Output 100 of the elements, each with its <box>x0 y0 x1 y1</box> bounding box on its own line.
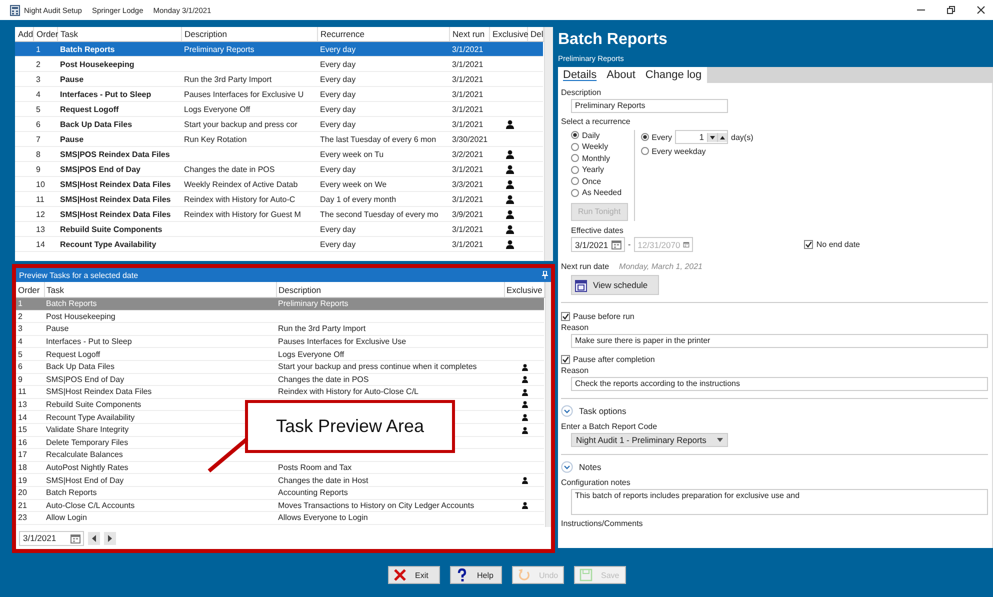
radio-button[interactable]: Yearly <box>571 164 628 175</box>
table-row[interactable]: 6 Back Up Data Files Start your backup and press cor Every day 3/1/2021 <box>15 116 543 132</box>
table-row[interactable]: 3 Pause Run the 3rd Party Import Every day 3/1/2021 <box>15 72 543 86</box>
table-cell: Moves Transactions to History on City Ledger Accounts <box>276 499 504 512</box>
text-field[interactable]: This batch of reports includes preparation for exclusive use and <box>571 489 988 515</box>
table-cell: 3/30/2021 <box>449 132 489 146</box>
detail-title: Batch Reports <box>557 30 668 49</box>
table-row[interactable]: 4 Interfaces - Put to Sleep Pauses Interfaces for Exclusive Use <box>16 335 544 348</box>
date-separator: - <box>627 240 632 249</box>
person-icon <box>522 401 528 408</box>
calendar-icon <box>575 278 587 292</box>
spin-down-icon[interactable] <box>707 132 718 142</box>
table-cell: 10 <box>33 176 57 192</box>
table-row[interactable]: 1 Batch Reports Preliminary Reports Every day 3/1/2021 <box>15 42 543 56</box>
table-cell: Post Housekeeping <box>44 310 276 323</box>
table-row[interactable]: 14 Recount Type Availability Every day 3/1/2021 <box>15 236 543 252</box>
restore-icon[interactable] <box>947 6 955 14</box>
person-icon <box>506 240 514 249</box>
scrollbar[interactable] <box>992 83 993 548</box>
table-row[interactable]: 23 Allow Login Allows Everyone to Login <box>16 512 544 524</box>
checkbox[interactable]: Pause after completion <box>561 354 655 365</box>
table-cell: Pause <box>57 132 181 146</box>
text-field[interactable]: Check the reports according to the instructions <box>571 377 988 391</box>
scrollbar[interactable] <box>544 282 551 527</box>
close-icon[interactable] <box>977 6 985 14</box>
table-cell: 13 <box>16 398 44 411</box>
table-row[interactable]: 18 AutoPost Nightly Rates Posts Room and Tax <box>16 461 544 474</box>
table-cell: Pause <box>44 322 276 336</box>
radio-button[interactable]: Weekly <box>571 142 628 152</box>
scrollbar[interactable] <box>544 27 553 261</box>
previous-icon[interactable] <box>88 532 100 544</box>
table-cell: 11 <box>33 192 57 206</box>
radio-button[interactable]: Every <box>640 132 672 142</box>
help-button[interactable]: Help <box>450 566 502 584</box>
table-cell: Every day <box>317 86 449 102</box>
table-row[interactable]: 9 SMS|POS End of Day Changes the date in POS Every day 3/1/2021 <box>15 162 543 176</box>
table-row[interactable]: 10 SMS|Host Reindex Data Files Weekly Reindex of Active Datab Every week on We 3/3/2021 <box>15 176 543 192</box>
table-cell: SMS|Host Reindex Data Files <box>57 206 181 222</box>
table-row[interactable]: 20 Batch Reports Accounting Reports <box>16 486 544 499</box>
table-row[interactable]: 19 SMS|Host End of Day Changes the date in Host <box>16 474 544 486</box>
table-row[interactable]: 2 Post Housekeeping Every day 3/1/2021 <box>15 56 543 72</box>
unit-label: day(s) <box>731 132 754 142</box>
tab[interactable]: About <box>602 67 640 83</box>
check-mark-icon <box>562 356 569 363</box>
table-row[interactable]: 11 SMS|Host Reindex Data Files Reindex with History for Auto-C Day 1 of every month 3/1/2021 <box>15 192 543 206</box>
person-icon <box>522 388 528 396</box>
table-cell: Logs Everyone Off <box>276 348 504 360</box>
table-row[interactable]: 9 SMS|POS End of Day Changes the date in POS <box>16 373 544 386</box>
radio-button[interactable]: Every weekday <box>640 146 754 156</box>
table-cell: AutoPost Nightly Rates <box>44 461 276 474</box>
next-icon[interactable] <box>104 532 116 544</box>
date-field[interactable]: 3/1/2021 <box>571 237 625 252</box>
radio-button[interactable]: As Needed <box>571 188 628 198</box>
dropdown[interactable]: Night Audit 1 - Preliminary Reports <box>571 433 728 447</box>
number-spinner[interactable]: 1 <box>675 130 728 144</box>
table-row[interactable]: 8 SMS|POS Reindex Data Files Every week on Tu 3/2/2021 <box>15 146 543 162</box>
checkbox[interactable]: No end date <box>804 239 860 250</box>
tab[interactable]: Change log <box>640 67 707 83</box>
person-icon <box>522 376 528 384</box>
table-row[interactable]: 13 Rebuild Suite Components Every day 3/1/2021 <box>15 222 543 236</box>
table-row[interactable]: 7 Pause Run Key Rotation The last Tuesday of every 6 mon 3/30/2021 <box>15 132 543 146</box>
table-row[interactable]: 6 Back Up Data Files Start your backup and press continue when it completes <box>16 360 544 374</box>
table-row[interactable]: 11 SMS|Host Reindex Data Files Reindex with History for Auto-Close C/L <box>16 386 544 398</box>
view-schedule-button[interactable]: View schedule <box>571 275 659 295</box>
table-cell: Run the 3rd Party Import <box>276 322 504 336</box>
table-cell: Every day <box>317 72 449 86</box>
table-cell: Allow Login <box>44 512 276 524</box>
chevron-icon[interactable] <box>561 461 573 473</box>
calendar-icon[interactable] <box>70 532 81 544</box>
exit-button[interactable]: Exit <box>388 566 440 584</box>
table-cell: 3/9/2021 <box>449 206 489 222</box>
table-cell: Batch Reports <box>44 298 276 310</box>
table-cell: The last Tuesday of every 6 mon <box>317 132 449 146</box>
table-row[interactable]: 21 Auto-Close C/L Accounts Moves Transactions to History on City Ledger Accounts <box>16 499 544 512</box>
pin-icon[interactable] <box>542 271 548 279</box>
table-row[interactable]: 5 Request Logoff Logs Everyone Off Every day 3/1/2021 <box>15 102 543 116</box>
table-row[interactable]: 3 Pause Run the 3rd Party Import <box>16 322 544 336</box>
caret-icon <box>717 438 723 442</box>
calendar-icon[interactable] <box>611 239 622 250</box>
radio-button[interactable]: Monthly <box>571 153 628 164</box>
text-field[interactable]: Preliminary Reports <box>571 99 728 113</box>
tab[interactable]: Details <box>558 67 602 83</box>
table-row[interactable]: 2 Post Housekeeping <box>16 310 544 323</box>
table-cell: Request Logoff <box>44 348 276 360</box>
app-icon <box>10 4 20 16</box>
table-cell: 19 <box>16 474 44 486</box>
table-row[interactable]: 4 Interfaces - Put to Sleep Pauses Interfaces for Exclusive U Every day 3/1/2021 <box>15 86 543 102</box>
table-row[interactable]: 5 Request Logoff Logs Everyone Off <box>16 348 544 360</box>
spin-up-icon[interactable] <box>717 132 728 142</box>
date-field[interactable]: 3/1/2021 <box>19 530 84 546</box>
table-cell: Allows Everyone to Login <box>276 512 504 524</box>
table-row[interactable]: 12 SMS|Host Reindex Data Files Reindex with History for Guest M The second Tuesday of every mo 3/9/2021 <box>15 206 543 222</box>
radio-button[interactable]: Daily <box>571 130 628 140</box>
table-cell: 7 <box>33 132 57 146</box>
checkbox[interactable]: Pause before run <box>561 311 634 322</box>
person-icon <box>506 210 514 219</box>
table-cell: Batch Reports <box>57 42 181 56</box>
chevron-icon[interactable] <box>561 405 573 417</box>
radio-button[interactable]: Once <box>571 176 628 186</box>
text-field[interactable]: Make sure there is paper in the printer <box>571 334 988 348</box>
